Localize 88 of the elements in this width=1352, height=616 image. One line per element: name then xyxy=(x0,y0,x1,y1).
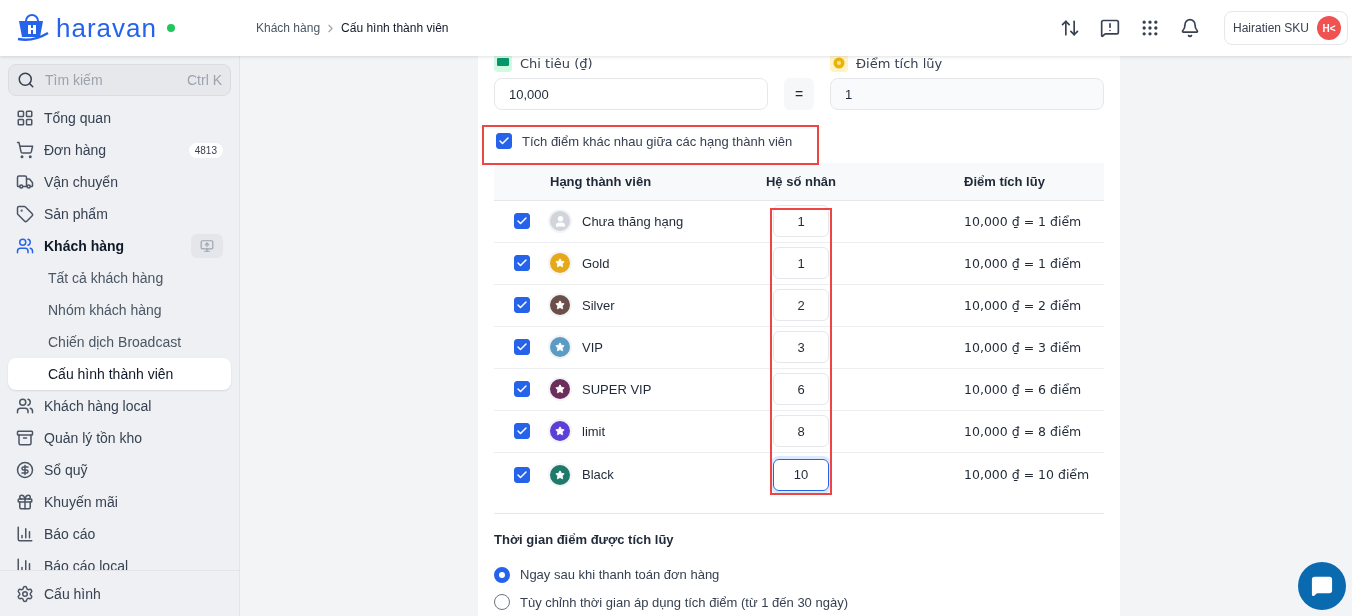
search-icon xyxy=(17,71,35,89)
checkbox[interactable] xyxy=(514,381,530,398)
table-cell-text: 10,000 ₫ = 8 điểm xyxy=(963,423,1083,439)
points-input[interactable]: 1 xyxy=(830,78,1104,110)
multiplier-input[interactable]: 2 xyxy=(773,289,829,322)
checkbox[interactable] xyxy=(514,466,530,483)
table-cell: Black xyxy=(582,467,614,483)
radio-option[interactable]: Tùy chỉnh thời gian áp dụng tích điểm (từ 1 đến 30 ngày) xyxy=(494,588,1104,616)
nav-item[interactable]: Vận chuyển xyxy=(8,166,231,198)
nav-item[interactable]: Tổng quan xyxy=(8,102,231,134)
dashboard-icon xyxy=(16,109,34,127)
nav-item[interactable]: Quản lý tồn kho xyxy=(8,422,231,454)
breadcrumb-item[interactable]: Khách hàng xyxy=(256,21,321,35)
breadcrumb-item: Cấu hình thành viên xyxy=(341,21,449,35)
table-cell: Gold xyxy=(582,255,610,271)
multiplier-input[interactable]: 8 xyxy=(773,415,829,448)
nav-item[interactable]: Đơn hàng 4813 xyxy=(8,134,231,166)
nav-item[interactable]: Sản phẩm xyxy=(8,198,231,230)
checkbox[interactable] xyxy=(514,213,530,230)
status-dot-icon xyxy=(166,24,175,32)
column-header: Điểm tích lũy xyxy=(963,173,1046,189)
feedback-icon[interactable] xyxy=(1099,18,1120,38)
multiplier-input[interactable]: 1 xyxy=(773,205,829,238)
radio-icon[interactable] xyxy=(494,566,510,583)
check-icon xyxy=(516,468,528,481)
nav-item[interactable]: Khách hàng local xyxy=(8,390,231,422)
nav-item[interactable]: Khuyến mãi xyxy=(8,486,231,518)
table-cell-text: 10,000 ₫ = 1 điểm xyxy=(963,213,1083,229)
table-cell-text: 10,000 ₫ = 3 điểm xyxy=(963,339,1083,355)
table-cell: Silver xyxy=(582,297,615,313)
multiplier-input[interactable]: 10 xyxy=(773,458,829,491)
table-cell: limit xyxy=(582,423,606,439)
nav-subitem[interactable]: Nhóm khách hàng xyxy=(8,294,231,326)
table-cell-text: 10,000 ₫ = 6 điểm xyxy=(963,381,1083,397)
multiplier-input[interactable]: 1 xyxy=(773,247,829,280)
nav-item[interactable]: Sổ quỹ xyxy=(8,454,231,486)
settings-nav-item[interactable]: Cấu hình xyxy=(0,570,239,616)
users-icon xyxy=(16,397,34,415)
multiplier-input[interactable]: 6 xyxy=(773,373,829,406)
chat-button[interactable] xyxy=(1298,562,1346,610)
user-menu[interactable]: Hairatien SKU H< xyxy=(1223,11,1348,45)
checkbox[interactable] xyxy=(514,255,530,272)
coin-icon xyxy=(830,56,848,72)
logo-text[interactable]: haravan xyxy=(56,12,157,44)
spend-input[interactable]: 10,000 xyxy=(494,78,768,110)
logo-icon xyxy=(16,13,50,43)
archive-icon xyxy=(16,429,34,447)
chat-icon xyxy=(1311,575,1333,597)
bar-chart-icon xyxy=(16,525,34,543)
settings-icon xyxy=(16,584,34,603)
checkbox[interactable] xyxy=(514,297,530,314)
equals-sign: = xyxy=(784,78,814,110)
count-badge: 4813 xyxy=(188,142,223,158)
nav-subitem[interactable]: Chiến dịch Broadcast xyxy=(8,326,231,358)
nav-item[interactable]: Khách hàng xyxy=(8,230,231,262)
checkbox[interactable] xyxy=(514,339,530,356)
table-cell-text: 10,000 ₫ = 2 điểm xyxy=(963,297,1083,313)
tag-icon xyxy=(16,205,34,223)
table-cell: Chưa thăng hạng xyxy=(582,213,684,229)
radio-icon[interactable] xyxy=(494,594,510,611)
nav-subitem[interactable]: Cấu hình thành viên xyxy=(8,358,231,390)
column-header: Hạng thành viên xyxy=(550,173,653,189)
checkbox[interactable] xyxy=(496,133,512,150)
multiplier-input[interactable]: 3 xyxy=(773,331,829,364)
table-cell-text: 10,000 ₫ = 10 điểm xyxy=(963,467,1091,483)
users-icon xyxy=(16,237,34,255)
table-cell: SUPER VIP xyxy=(582,381,652,397)
bell-icon[interactable] xyxy=(1179,18,1200,38)
user-icon xyxy=(550,211,570,232)
nav-subitem[interactable]: Tất cả khách hàng xyxy=(8,262,231,294)
dollar-icon xyxy=(16,461,34,479)
field-label: Chi tiêu (₫) xyxy=(520,56,593,71)
cart-icon xyxy=(16,141,34,159)
gift-icon xyxy=(16,493,34,511)
monitor-icon xyxy=(200,239,214,253)
nav-item[interactable]: Báo cáo xyxy=(8,518,231,550)
table-cell: VIP xyxy=(582,339,603,355)
checkbox[interactable] xyxy=(514,423,530,440)
user-avatar: H< xyxy=(1317,16,1341,40)
truck-icon xyxy=(16,173,34,191)
field-label: Điểm tích lũy xyxy=(856,56,943,71)
column-header: Hệ số nhân xyxy=(764,173,838,189)
radio-option[interactable]: Ngay sau khi thanh toán đơn hàng xyxy=(494,560,1104,589)
section-title: Thời gian điểm được tích lũy xyxy=(494,531,675,547)
swap-icon[interactable] xyxy=(1059,18,1080,38)
table-cell-text: 10,000 ₫ = 1 điểm xyxy=(963,255,1083,271)
checkbox-label: Tích điểm khác nhau giữa các hạng thành viên xyxy=(522,133,793,149)
money-icon xyxy=(494,56,512,72)
